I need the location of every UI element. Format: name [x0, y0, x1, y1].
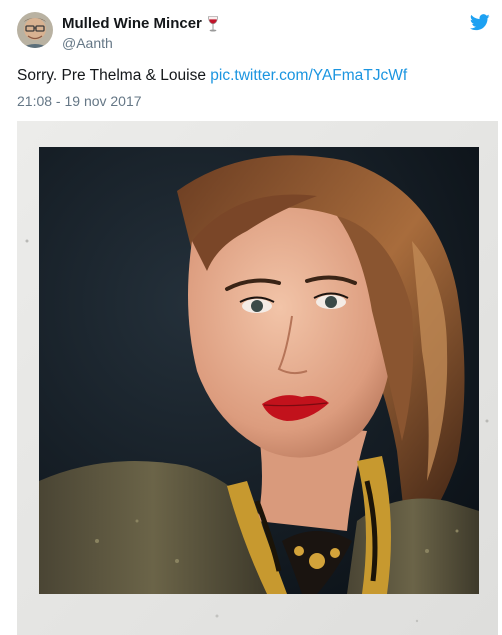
- avatar[interactable]: [17, 12, 53, 48]
- wine-glass-icon: [207, 16, 219, 32]
- tweet-text-body: Sorry. Pre Thelma & Louise: [17, 67, 211, 84]
- display-name[interactable]: Mulled Wine Mincer: [62, 15, 202, 33]
- user-info: Mulled Wine Mincer @Aanth: [62, 15, 219, 52]
- tweet-text: Sorry. Pre Thelma & Louise pic.twitter.c…: [17, 66, 407, 86]
- tweet-card: Mulled Wine Mincer @Aanth Sorry. Pre The…: [0, 0, 502, 635]
- tweet-timestamp[interactable]: 21:08 - 19 nov 2017: [17, 92, 142, 110]
- twitter-bird-icon[interactable]: [469, 14, 490, 31]
- user-handle[interactable]: @Aanth: [62, 35, 219, 52]
- media-link[interactable]: pic.twitter.com/YAFmaTJcWf: [210, 67, 407, 84]
- tweet-photo[interactable]: [17, 121, 498, 635]
- display-name-row: Mulled Wine Mincer: [62, 15, 219, 33]
